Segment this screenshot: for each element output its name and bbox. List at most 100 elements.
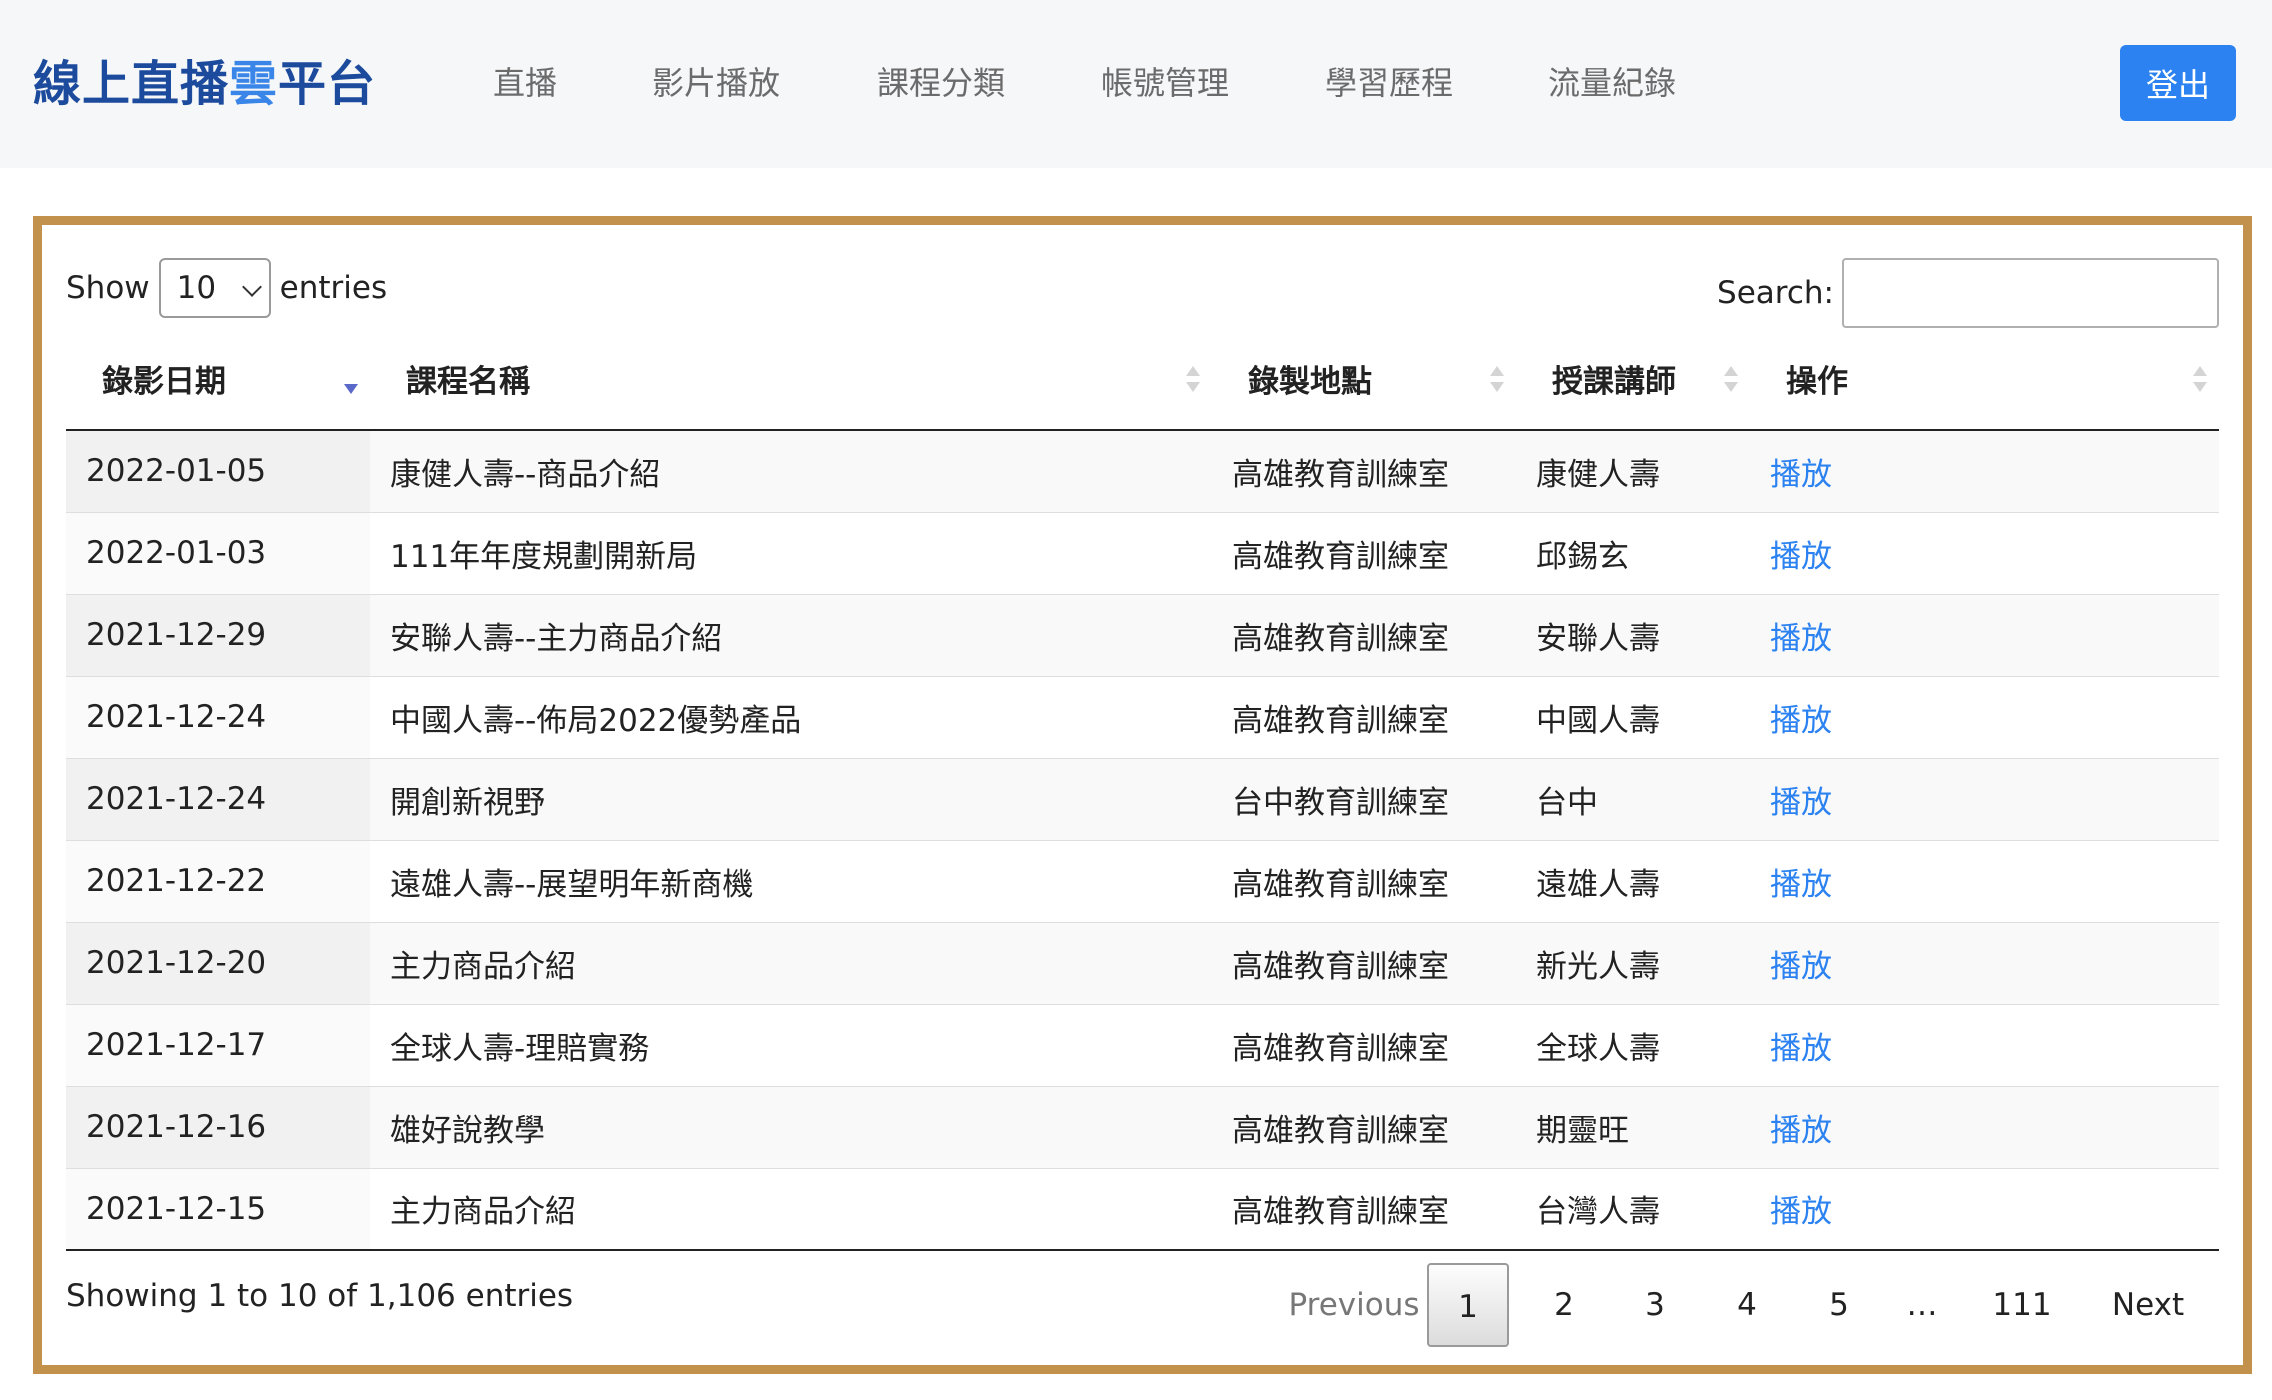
entries-label: entries: [279, 270, 388, 306]
nav-item-traffic-log[interactable]: 流量紀錄: [1548, 58, 1676, 104]
cell-date: 2022-01-05: [66, 430, 370, 512]
page-length-value: 10: [176, 270, 217, 306]
cell-action: 播放: [1750, 1167, 2219, 1251]
page-button-1[interactable]: 1: [1427, 1263, 1509, 1347]
page-button-4[interactable]: 4: [1707, 1263, 1787, 1347]
cell-course: 安聯人壽--主力商品介紹: [370, 593, 1212, 676]
table-header-row: 錄影日期 課程名稱 錄製地點 授課講師 操作: [66, 328, 2219, 431]
cell-location: 台中教育訓練室: [1212, 757, 1516, 840]
logout-button[interactable]: 登出: [2120, 45, 2236, 121]
sort-icon: [2193, 366, 2207, 396]
cell-date: 2021-12-20: [66, 921, 370, 1004]
recordings-table: 錄影日期 課程名稱 錄製地點 授課講師 操作 2022-01-05 康健人壽--…: [66, 328, 2219, 1251]
cell-date: 2021-12-15: [66, 1167, 370, 1251]
cell-date: 2021-12-17: [66, 1003, 370, 1086]
page-length-control: Show 10 entries: [66, 258, 387, 318]
page-button-111[interactable]: 111: [1972, 1263, 2072, 1347]
play-link[interactable]: 播放: [1770, 539, 1832, 575]
cell-location: 高雄教育訓練室: [1212, 1167, 1516, 1251]
table-row: 2021-12-17 全球人壽-理賠實務 高雄教育訓練室 全球人壽 播放: [66, 1003, 2219, 1086]
cell-teacher: 安聯人壽: [1516, 593, 1750, 676]
cell-teacher: 中國人壽: [1516, 675, 1750, 758]
cell-teacher: 全球人壽: [1516, 1003, 1750, 1086]
cell-course: 主力商品介紹: [370, 921, 1212, 1004]
column-header-course[interactable]: 課程名稱: [370, 328, 1212, 431]
cell-course: 雄好說教學: [370, 1085, 1212, 1168]
table-info: Showing 1 to 10 of 1,106 entries: [66, 1278, 574, 1314]
cell-location: 高雄教育訓練室: [1212, 1085, 1516, 1168]
cell-location: 高雄教育訓練室: [1212, 839, 1516, 922]
cell-action: 播放: [1750, 593, 2219, 676]
cell-course: 遠雄人壽--展望明年新商機: [370, 839, 1212, 922]
table-row: 2022-01-05 康健人壽--商品介紹 高雄教育訓練室 康健人壽 播放: [66, 430, 2219, 512]
play-link[interactable]: 播放: [1770, 457, 1832, 493]
cell-date: 2021-12-29: [66, 593, 370, 676]
cell-teacher: 邱錫玄: [1516, 511, 1750, 594]
cell-teacher: 台中: [1516, 757, 1750, 840]
play-link[interactable]: 播放: [1770, 703, 1832, 739]
cell-course: 康健人壽--商品介紹: [370, 430, 1212, 512]
column-header-teacher[interactable]: 授課講師: [1516, 328, 1750, 431]
cell-date: 2022-01-03: [66, 511, 370, 594]
cell-date: 2021-12-24: [66, 675, 370, 758]
cell-location: 高雄教育訓練室: [1212, 593, 1516, 676]
cell-date: 2021-12-24: [66, 757, 370, 840]
cell-location: 高雄教育訓練室: [1212, 1003, 1516, 1086]
next-page-button[interactable]: Next: [2092, 1263, 2204, 1347]
cell-teacher: 遠雄人壽: [1516, 839, 1750, 922]
top-navbar: 線上直播雲平台 直播 影片播放 課程分類 帳號管理 學習歷程 流量紀錄 登出: [0, 0, 2272, 168]
nav-item-video-playback[interactable]: 影片播放: [652, 58, 780, 104]
previous-page-button[interactable]: Previous: [1264, 1263, 1444, 1347]
table-row: 2021-12-15 主力商品介紹 高雄教育訓練室 台灣人壽 播放: [66, 1167, 2219, 1251]
cell-location: 高雄教育訓練室: [1212, 921, 1516, 1004]
page-length-select[interactable]: 10: [158, 258, 271, 318]
play-link[interactable]: 播放: [1770, 1113, 1832, 1149]
nav-item-live[interactable]: 直播: [493, 58, 557, 104]
cell-action: 播放: [1750, 1085, 2219, 1168]
cell-course: 111年年度規劃開新局: [370, 511, 1212, 594]
cell-action: 播放: [1750, 757, 2219, 840]
search-input[interactable]: [1842, 258, 2219, 328]
search-label: Search:: [1717, 275, 1834, 311]
cell-date: 2021-12-22: [66, 839, 370, 922]
table-row: 2021-12-29 安聯人壽--主力商品介紹 高雄教育訓練室 安聯人壽 播放: [66, 593, 2219, 676]
table-row: 2022-01-03 111年年度規劃開新局 高雄教育訓練室 邱錫玄 播放: [66, 511, 2219, 594]
brand-logo[interactable]: 線上直播雲平台: [33, 44, 376, 114]
play-link[interactable]: 播放: [1770, 621, 1832, 657]
play-link[interactable]: 播放: [1770, 949, 1832, 985]
cell-action: 播放: [1750, 675, 2219, 758]
page-button-2[interactable]: 2: [1524, 1263, 1604, 1347]
nav-item-learning-history[interactable]: 學習歷程: [1325, 58, 1453, 104]
play-link[interactable]: 播放: [1770, 867, 1832, 903]
table-row: 2021-12-24 中國人壽--佈局2022優勢產品 高雄教育訓練室 中國人壽…: [66, 675, 2219, 758]
column-header-action[interactable]: 操作: [1750, 328, 2219, 431]
cell-course: 主力商品介紹: [370, 1167, 1212, 1251]
cell-date: 2021-12-16: [66, 1085, 370, 1168]
column-header-date[interactable]: 錄影日期: [66, 328, 370, 431]
show-label: Show: [66, 270, 150, 306]
brand-main: 線上直播: [33, 56, 230, 112]
brand-accent: 雲: [229, 56, 279, 112]
column-header-location[interactable]: 錄製地點: [1212, 328, 1516, 431]
page-button-3[interactable]: 3: [1615, 1263, 1695, 1347]
nav-item-course-category[interactable]: 課程分類: [877, 58, 1005, 104]
play-link[interactable]: 播放: [1770, 1031, 1832, 1067]
cell-location: 高雄教育訓練室: [1212, 511, 1516, 594]
cell-teacher: 新光人壽: [1516, 921, 1750, 1004]
cell-teacher: 台灣人壽: [1516, 1167, 1750, 1251]
cell-location: 高雄教育訓練室: [1212, 430, 1516, 512]
brand-tail: 平台: [278, 56, 377, 112]
nav-item-account-management[interactable]: 帳號管理: [1101, 58, 1229, 104]
recordings-panel: Show 10 entries Search: 錄影日期 課程名稱 錄製地點 授…: [33, 216, 2252, 1374]
sort-icon: [1186, 366, 1200, 396]
cell-teacher: 期靈旺: [1516, 1085, 1750, 1168]
play-link[interactable]: 播放: [1770, 785, 1832, 821]
cell-location: 高雄教育訓練室: [1212, 675, 1516, 758]
table-row: 2021-12-24 開創新視野 台中教育訓練室 台中 播放: [66, 757, 2219, 840]
play-link[interactable]: 播放: [1770, 1194, 1832, 1230]
page-button-5[interactable]: 5: [1799, 1263, 1879, 1347]
cell-action: 播放: [1750, 839, 2219, 922]
sort-icon: [1490, 366, 1504, 396]
cell-course: 開創新視野: [370, 757, 1212, 840]
sort-icon: [1724, 366, 1738, 396]
